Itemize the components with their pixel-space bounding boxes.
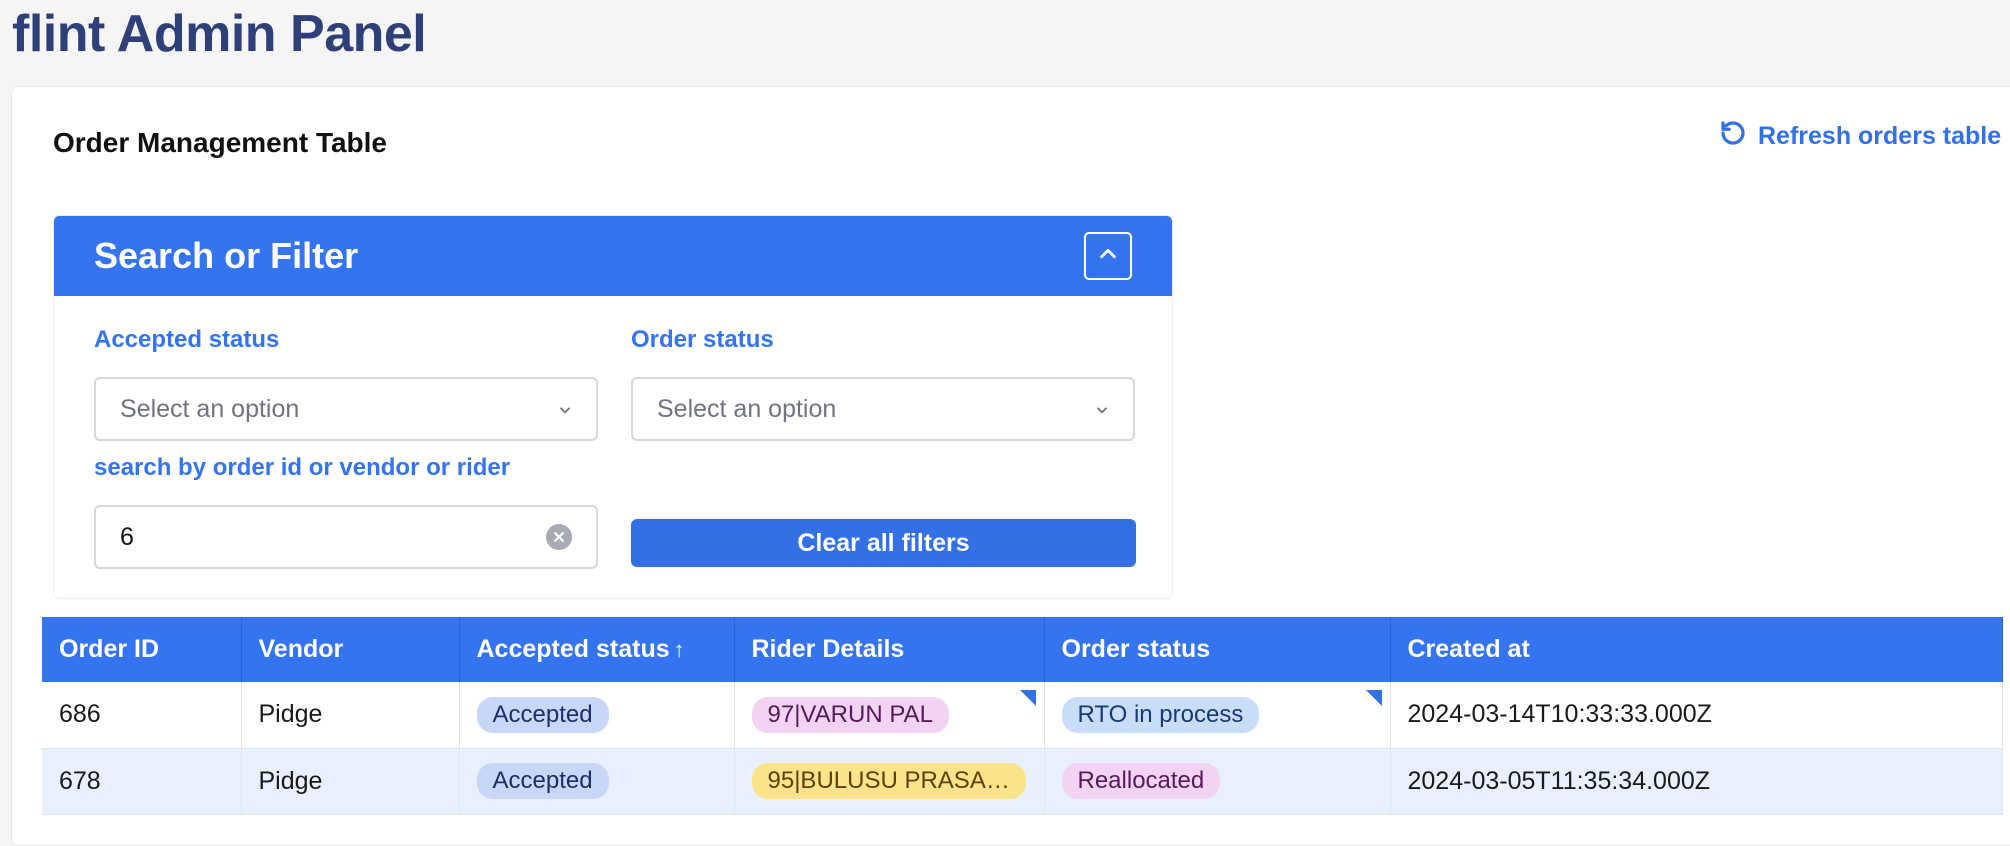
order-status-cell[interactable]: Reallocated <box>1044 748 1391 815</box>
filter-title: Search or Filter <box>94 235 359 276</box>
chevron-down-icon <box>558 395 572 424</box>
table-row[interactable]: 686 Pidge Accepted 97|VARUN PAL RTO in p… <box>42 682 2003 749</box>
order-status-badge[interactable]: Reallocated <box>1061 763 1221 799</box>
table-header-row: Order ID Vendor Accepted status ↑ Rider D… <box>42 617 2003 682</box>
chevron-down-icon <box>1095 395 1109 424</box>
search-filter-panel: Search or Filter Accepted status Select … <box>53 215 1173 599</box>
edit-corner-icon <box>1019 690 1036 706</box>
accepted-status-badge: Accepted <box>476 696 609 733</box>
order-status-placeholder: Select an option <box>657 394 837 423</box>
accepted-status-select[interactable]: Select an option <box>94 377 598 441</box>
search-input[interactable] <box>120 522 546 552</box>
created-at-cell: 2024-03-14T10:33:33.000Z <box>1390 682 2003 749</box>
card-title: Order Management Table <box>53 127 388 158</box>
order-management-card: Order Management Table Refresh orders ta… <box>11 86 2010 846</box>
accepted-status-label: Accepted status <box>94 326 280 353</box>
created-at-cell: 2024-03-05T11:35:34.000Z <box>1390 748 2003 815</box>
column-header-order-id[interactable]: Order ID <box>42 617 242 682</box>
accepted-status-cell: Accepted <box>459 748 735 815</box>
search-field[interactable] <box>94 505 598 569</box>
arrow-up-icon: ↑ <box>673 637 685 662</box>
accepted-status-cell: Accepted <box>459 682 735 749</box>
accepted-status-placeholder: Select an option <box>120 394 300 423</box>
order-status-badge[interactable]: RTO in process <box>1061 696 1260 733</box>
refresh-icon <box>1718 118 1748 155</box>
column-header-accepted-status[interactable]: Accepted status ↑ <box>459 617 735 682</box>
rider-details-cell[interactable]: 97|VARUN PAL <box>734 682 1045 749</box>
clear-circle-icon[interactable] <box>546 524 572 550</box>
table-row[interactable]: 678 Pidge Accepted 95|BULUSU PRASA… Real… <box>42 748 2003 815</box>
accepted-status-badge: Accepted <box>476 763 609 799</box>
order-id-cell: 678 <box>42 748 242 815</box>
refresh-label: Refresh orders table <box>1758 122 2002 150</box>
search-label: search by order id or vendor or rider <box>94 454 511 481</box>
column-header-vendor[interactable]: Vendor <box>241 617 460 682</box>
collapse-filter-button[interactable] <box>1084 232 1132 280</box>
vendor-cell: Pidge <box>241 748 460 815</box>
column-header-rider-details[interactable]: Rider Details <box>734 617 1045 682</box>
vendor-cell: Pidge <box>241 682 460 749</box>
order-status-select[interactable]: Select an option <box>631 377 1135 441</box>
refresh-orders-button[interactable]: Refresh orders table <box>1718 118 2001 155</box>
rider-details-cell[interactable]: 95|BULUSU PRASA… <box>734 748 1045 815</box>
rider-badge[interactable]: 95|BULUSU PRASA… <box>751 763 1026 799</box>
order-status-label: Order status <box>631 326 774 353</box>
column-header-accepted-status-label: Accepted status <box>476 635 670 663</box>
column-header-created-at[interactable]: Created at <box>1390 617 2003 682</box>
filter-header: Search or Filter <box>54 216 1172 296</box>
column-header-order-status[interactable]: Order status <box>1044 617 1391 682</box>
orders-table: Order ID Vendor Accepted status ↑ Rider D… <box>42 617 2003 815</box>
edit-corner-icon <box>1365 690 1382 706</box>
rider-badge[interactable]: 97|VARUN PAL <box>751 696 949 733</box>
clear-all-filters-button[interactable]: Clear all filters <box>631 519 1136 567</box>
chevron-up-icon <box>1097 243 1119 270</box>
app-title: flint Admin Panel <box>12 5 427 63</box>
order-status-cell[interactable]: RTO in process <box>1044 682 1391 749</box>
order-id-cell: 686 <box>42 682 242 749</box>
